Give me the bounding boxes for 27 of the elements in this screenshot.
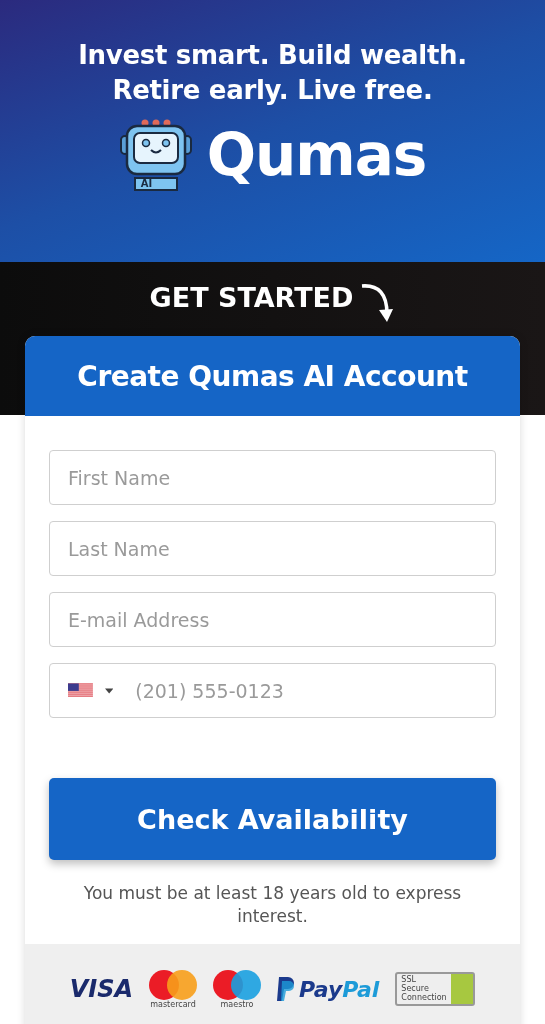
flag-icon bbox=[68, 682, 93, 699]
maestro-label: maestro bbox=[220, 999, 254, 1009]
curved-arrow-icon bbox=[359, 282, 396, 324]
robot-badge-label: AI bbox=[140, 178, 153, 190]
check-availability-button[interactable]: Check Availability bbox=[49, 778, 496, 860]
phone-field[interactable]: (201) 555-0123 bbox=[49, 663, 496, 718]
headline: Invest smart. Build wealth. bbox=[78, 39, 467, 72]
headline: Retire early. Live free. bbox=[112, 74, 433, 107]
form-title: Create Qumas AI Account bbox=[25, 336, 520, 416]
input-field[interactable]: Last Name bbox=[49, 521, 496, 576]
robot-icon bbox=[118, 118, 193, 192]
input-field[interactable]: First Name bbox=[49, 450, 496, 505]
paypal-p-icon bbox=[277, 977, 295, 1001]
paypal-logo: PayPal bbox=[299, 976, 380, 1002]
dropdown-caret-icon bbox=[104, 687, 114, 694]
age-notice: You must be at least 18 years old to express interest. bbox=[82, 882, 463, 928]
ssl-badge-text: Connection bbox=[401, 993, 448, 1002]
get-started-label: GET STARTED bbox=[149, 282, 354, 313]
visa-logo: VISA bbox=[69, 975, 133, 1003]
input-field[interactable]: E-mail Address bbox=[49, 592, 496, 647]
mastercard-label: mastercard bbox=[150, 999, 196, 1009]
maestro-logo bbox=[213, 969, 261, 1000]
mastercard-logo bbox=[149, 969, 197, 1000]
brand-name: Qumas bbox=[206, 121, 427, 189]
ssl-badge-text: Secure bbox=[401, 984, 430, 993]
ssl-badge-text: SSL bbox=[401, 975, 417, 984]
phone-number-input[interactable]: (201) 555-0123 bbox=[133, 678, 477, 703]
